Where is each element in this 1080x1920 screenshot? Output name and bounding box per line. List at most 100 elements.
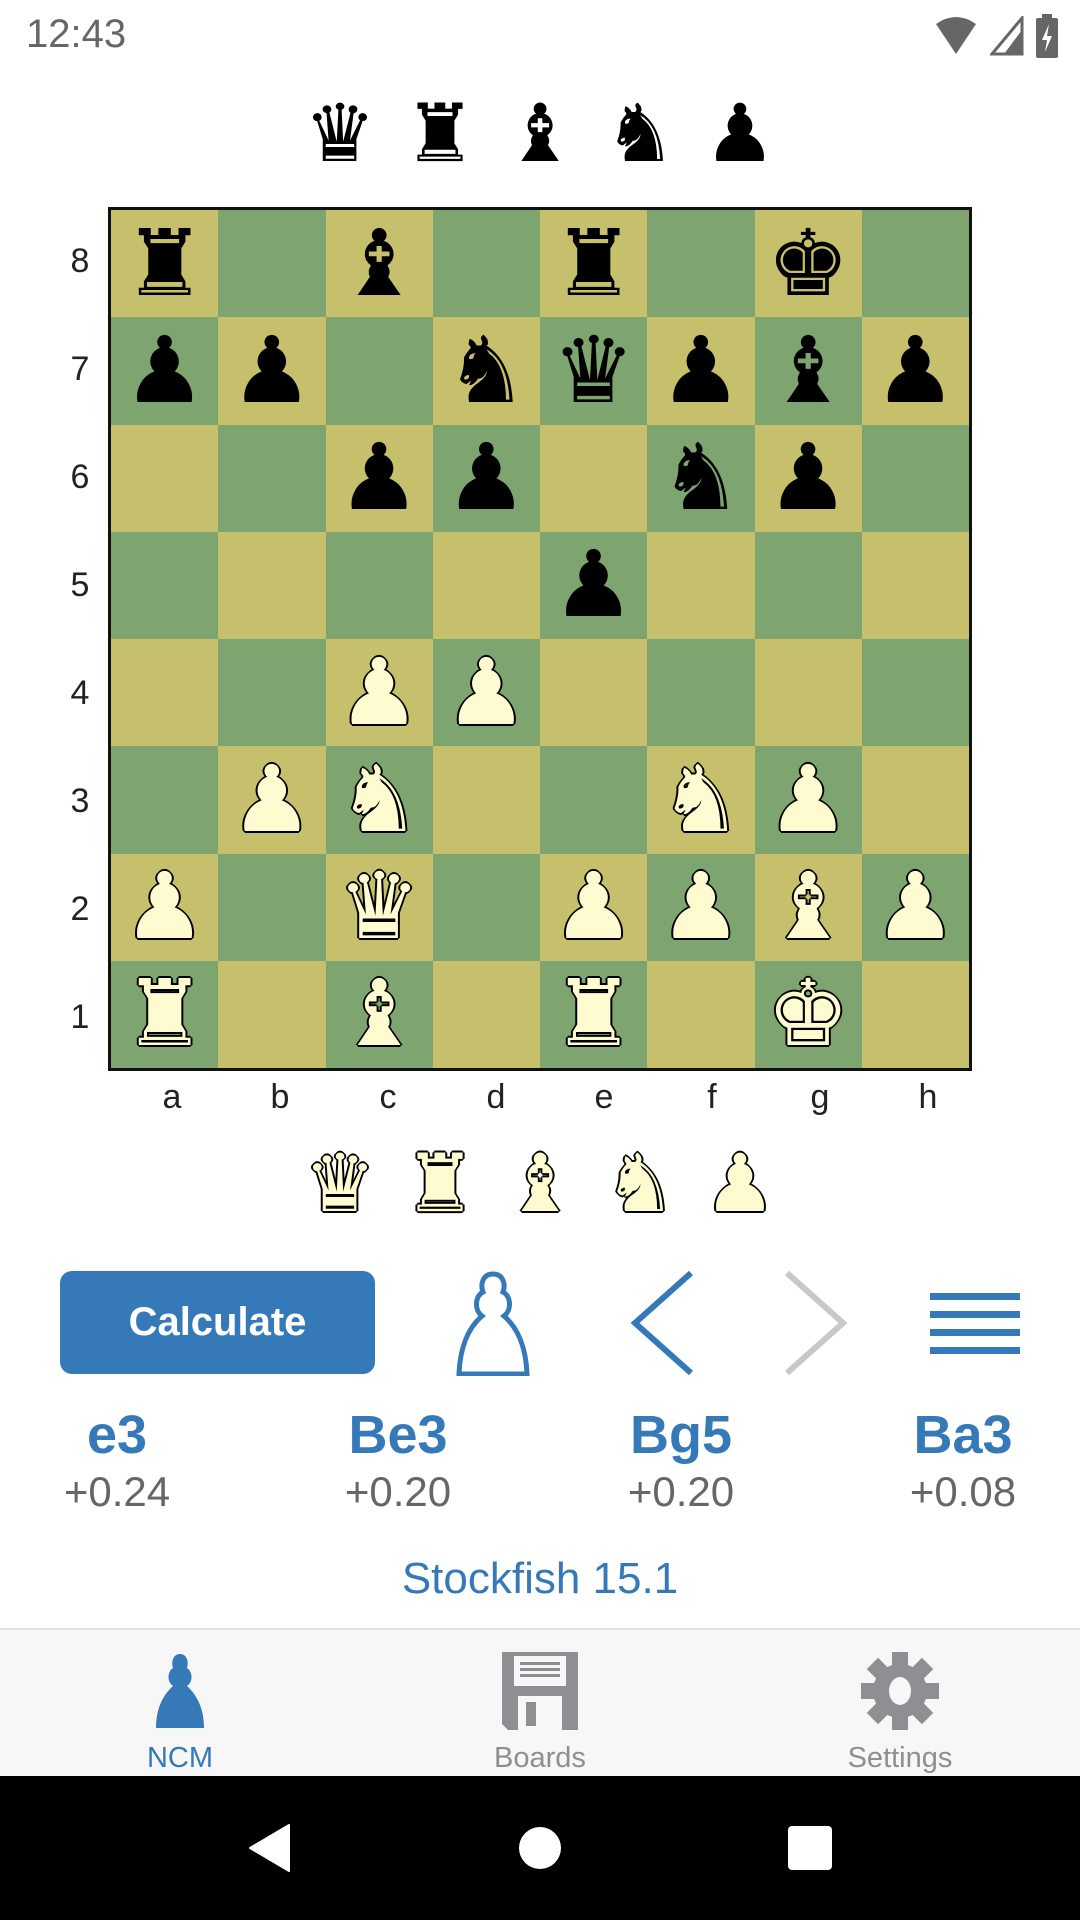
white-pawn-icon[interactable]: ♟ xyxy=(660,861,742,953)
black-pawn-icon[interactable]: ♟ xyxy=(123,324,205,417)
square-g1[interactable]: ♚ xyxy=(754,960,862,1068)
black-pawn-icon[interactable]: ♟ xyxy=(767,432,849,524)
square-b6[interactable] xyxy=(218,424,326,532)
square-e1[interactable]: ♜ xyxy=(540,960,648,1068)
white-pawn-icon[interactable]: ♟ xyxy=(123,861,205,953)
black-pawn-icon[interactable]: ♟ xyxy=(552,539,634,631)
square-e6[interactable] xyxy=(540,424,648,532)
square-b1[interactable] xyxy=(218,960,326,1068)
square-e2[interactable]: ♟ xyxy=(540,853,648,961)
black-rook-icon[interactable]: ♜ xyxy=(552,217,634,310)
move-suggestion[interactable]: Bg5 +0.20 xyxy=(581,1405,781,1519)
square-d6[interactable]: ♟ xyxy=(432,424,540,532)
white-pawn-icon[interactable]: ♟ xyxy=(231,753,313,846)
square-a6[interactable] xyxy=(111,424,219,532)
square-g2[interactable]: ♝ xyxy=(754,853,862,961)
square-h4[interactable] xyxy=(861,639,969,747)
square-e8[interactable]: ♜ xyxy=(540,210,648,318)
square-f6[interactable]: ♞ xyxy=(647,424,755,532)
square-g4[interactable] xyxy=(754,639,862,747)
square-b4[interactable] xyxy=(218,639,326,747)
black-bishop-icon[interactable]: ♝ xyxy=(338,217,420,310)
square-d3[interactable] xyxy=(432,746,540,854)
square-b8[interactable] xyxy=(218,210,326,318)
black-rook-icon[interactable]: ♜ xyxy=(123,217,205,310)
square-c2[interactable]: ♛ xyxy=(325,853,433,961)
menu-button[interactable] xyxy=(928,1268,1022,1378)
square-h1[interactable] xyxy=(861,960,969,1068)
square-g5[interactable] xyxy=(754,531,862,639)
engine-name[interactable]: Stockfish 15.1 xyxy=(0,1554,1080,1604)
black-pawn-icon[interactable]: ♟ xyxy=(445,432,527,524)
move-suggestion[interactable]: Be3 +0.20 xyxy=(298,1405,498,1519)
white-knight-icon[interactable]: ♞ xyxy=(338,753,420,846)
tab-boards[interactable]: Boards xyxy=(360,1630,720,1778)
black-pawn-icon[interactable]: ♟ xyxy=(660,324,742,417)
square-f8[interactable] xyxy=(647,210,755,318)
black-queen-icon[interactable]: ♛ xyxy=(552,324,634,417)
square-d5[interactable] xyxy=(432,531,540,639)
black-knight-icon[interactable]: ♞ xyxy=(445,324,527,417)
square-h7[interactable]: ♟ xyxy=(861,317,969,425)
tab-settings[interactable]: Settings xyxy=(720,1630,1080,1778)
square-d4[interactable]: ♟ xyxy=(432,639,540,747)
square-d2[interactable] xyxy=(432,853,540,961)
square-a1[interactable]: ♜ xyxy=(111,960,219,1068)
square-c3[interactable]: ♞ xyxy=(325,746,433,854)
square-f1[interactable] xyxy=(647,960,755,1068)
white-pawn-icon[interactable]: ♟ xyxy=(874,861,956,953)
square-a5[interactable] xyxy=(111,531,219,639)
square-b5[interactable] xyxy=(218,531,326,639)
white-rook-icon[interactable]: ♜ xyxy=(123,968,205,1060)
nav-recents-button[interactable] xyxy=(750,1776,870,1920)
nav-back-button[interactable] xyxy=(209,1776,329,1920)
black-bishop-icon[interactable]: ♝ xyxy=(767,324,849,417)
square-g7[interactable]: ♝ xyxy=(754,317,862,425)
square-a8[interactable]: ♜ xyxy=(111,210,219,318)
white-queen-icon[interactable]: ♛ xyxy=(338,861,420,953)
black-pawn-icon[interactable]: ♟ xyxy=(874,324,956,417)
white-pawn-icon[interactable]: ♟ xyxy=(445,646,527,739)
white-pawn-icon[interactable]: ♟ xyxy=(338,646,420,739)
square-a7[interactable]: ♟ xyxy=(111,317,219,425)
move-suggestion[interactable]: Ba3 +0.08 xyxy=(863,1405,1063,1519)
chess-board[interactable]: ♜ ♝ ♜ ♚ ♟ ♟ ♞ ♛ ♟ ♝ ♟ ♟ ♟ ♞ ♟ ♟ ♟ ♟ ♟ ♞ ♞ ♟ ♟ ♛ ♟ ♟ ♝ ♟ ♜ ♝ ♜ ♚ xyxy=(108,207,972,1071)
square-e7[interactable]: ♛ xyxy=(540,317,648,425)
back-button[interactable] xyxy=(622,1268,702,1378)
white-bishop-icon[interactable]: ♝ xyxy=(767,861,849,953)
square-f3[interactable]: ♞ xyxy=(647,746,755,854)
square-e3[interactable] xyxy=(540,746,648,854)
square-g6[interactable]: ♟ xyxy=(754,424,862,532)
square-f5[interactable] xyxy=(647,531,755,639)
square-c1[interactable]: ♝ xyxy=(325,960,433,1068)
black-knight-icon[interactable]: ♞ xyxy=(660,432,742,524)
board-grid[interactable]: ♜ ♝ ♜ ♚ ♟ ♟ ♞ ♛ ♟ ♝ ♟ ♟ ♟ ♞ ♟ ♟ ♟ ♟ ♟ ♞ ♞ ♟ ♟ ♛ ♟ ♟ ♝ ♟ ♜ ♝ ♜ ♚ xyxy=(111,210,969,1068)
square-e4[interactable] xyxy=(540,639,648,747)
nav-home-button[interactable] xyxy=(480,1776,600,1920)
square-f4[interactable] xyxy=(647,639,755,747)
square-f2[interactable]: ♟ xyxy=(647,853,755,961)
square-d7[interactable]: ♞ xyxy=(432,317,540,425)
white-pawn-icon[interactable]: ♟ xyxy=(767,753,849,846)
square-f7[interactable]: ♟ xyxy=(647,317,755,425)
side-to-move-button[interactable] xyxy=(448,1268,538,1378)
black-king-icon[interactable]: ♚ xyxy=(767,217,849,310)
white-bishop-icon[interactable]: ♝ xyxy=(338,968,420,1060)
square-c8[interactable]: ♝ xyxy=(325,210,433,318)
white-pawn-icon[interactable]: ♟ xyxy=(552,861,634,953)
white-knight-icon[interactable]: ♞ xyxy=(660,753,742,846)
black-pawn-icon[interactable]: ♟ xyxy=(231,324,313,417)
square-h6[interactable] xyxy=(861,424,969,532)
square-g8[interactable]: ♚ xyxy=(754,210,862,318)
square-d1[interactable] xyxy=(432,960,540,1068)
square-g3[interactable]: ♟ xyxy=(754,746,862,854)
square-c6[interactable]: ♟ xyxy=(325,424,433,532)
square-c4[interactable]: ♟ xyxy=(325,639,433,747)
square-a3[interactable] xyxy=(111,746,219,854)
square-c5[interactable] xyxy=(325,531,433,639)
square-h5[interactable] xyxy=(861,531,969,639)
square-c7[interactable] xyxy=(325,317,433,425)
white-rook-icon[interactable]: ♜ xyxy=(552,968,634,1060)
square-d8[interactable] xyxy=(432,210,540,318)
square-h8[interactable] xyxy=(861,210,969,318)
